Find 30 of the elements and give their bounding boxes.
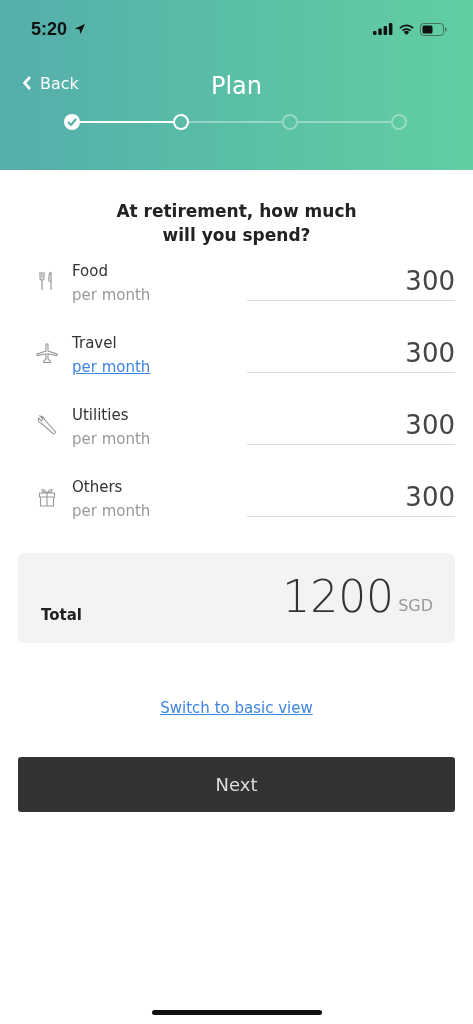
amount-input[interactable]: 300 — [247, 404, 455, 445]
screen-title: Plan — [209, 72, 264, 100]
expense-label: Utilities — [72, 405, 130, 426]
status-time: 5:20 — [31, 18, 68, 40]
battery-icon — [420, 22, 447, 36]
step-indicator — [282, 114, 298, 130]
next-button[interactable]: Next — [18, 757, 455, 812]
gift-icon — [36, 487, 58, 507]
chevron-left-icon — [22, 75, 32, 91]
unit-label: per month — [72, 285, 151, 306]
expense-label: Others — [72, 477, 124, 498]
location-icon — [74, 23, 87, 35]
wifi-icon — [398, 23, 415, 35]
amount-input[interactable]: 300 — [247, 476, 455, 517]
step-indicator — [391, 114, 407, 130]
wrench-icon — [36, 415, 58, 435]
total-amount: 1200 — [282, 575, 395, 619]
unit-label: per month — [72, 501, 151, 522]
switch-view-link[interactable]: Switch to basic view — [160, 699, 313, 717]
expense-label: Travel — [72, 333, 118, 354]
amount-input[interactable]: 300 — [247, 260, 455, 301]
unit-label: per month — [72, 429, 151, 450]
question-heading: At retirement, how much will you spend? — [115, 200, 358, 247]
signal-icon — [373, 23, 393, 35]
airplane-icon — [36, 343, 58, 363]
total-label: Total — [41, 606, 82, 624]
amount-input[interactable]: 300 — [247, 332, 455, 373]
per-month-link[interactable]: per month — [72, 355, 151, 379]
currency-label: SGD — [398, 596, 433, 615]
expense-label: Food — [72, 261, 109, 282]
